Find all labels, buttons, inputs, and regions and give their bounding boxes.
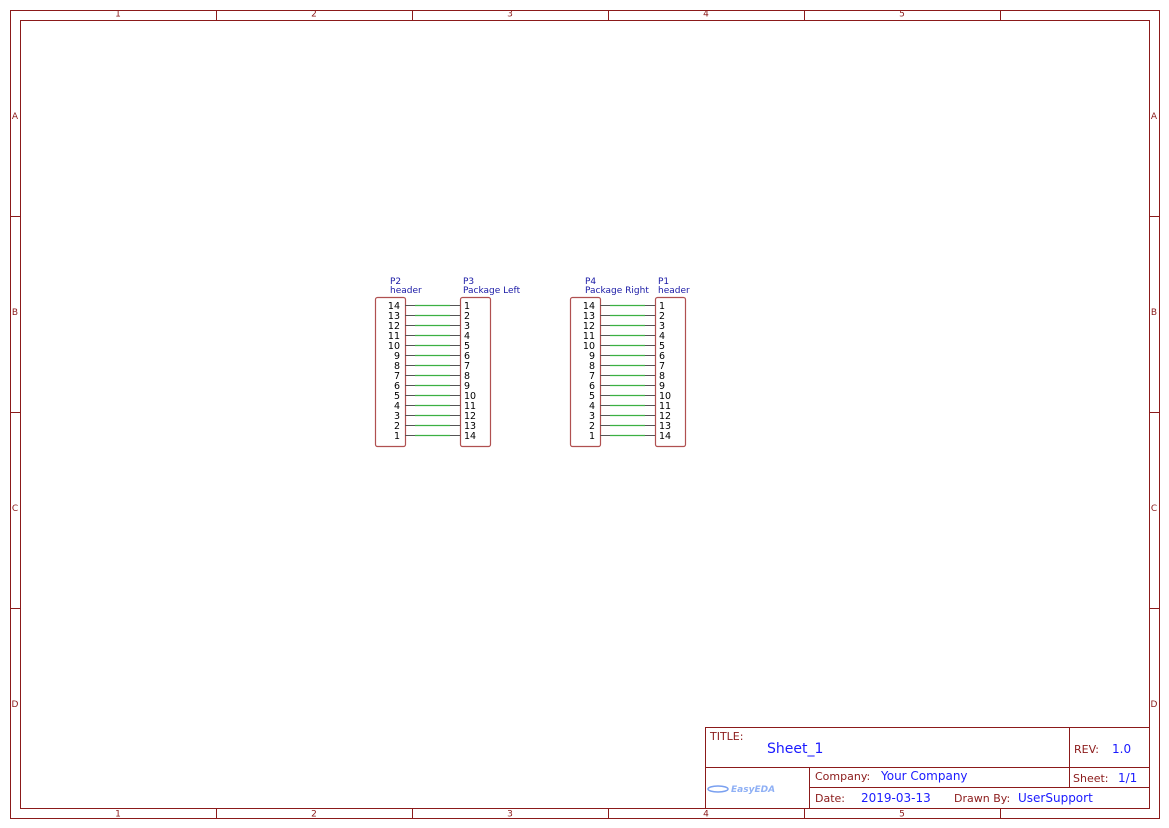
drawn-by-label: Drawn By: (954, 792, 1010, 805)
row-marker: A (12, 112, 19, 122)
drawn-by-value[interactable]: UserSupport (1018, 791, 1093, 805)
component-p3[interactable]: P3Package Left1234567891011121314 (450, 277, 521, 448)
component-p1[interactable]: P1header1234567891011121314 (645, 277, 690, 448)
column-marker: 5 (899, 810, 905, 820)
title-label: TITLE: (709, 730, 743, 743)
row-marker: C (1151, 504, 1157, 514)
column-marker: 3 (507, 10, 513, 20)
sheet-label: Sheet: (1073, 772, 1109, 785)
column-marker: 1 (115, 810, 121, 820)
component-p4[interactable]: P4Package Right1413121110987654321 (569, 277, 650, 448)
sheet-number[interactable]: 1/1 (1118, 771, 1137, 785)
column-marker: 4 (703, 10, 709, 20)
row-marker: A (1151, 112, 1158, 122)
row-marker: D (1151, 700, 1158, 710)
component-value: header (390, 286, 422, 296)
component-p2[interactable]: P2header1413121110987654321 (374, 277, 423, 448)
date-label: Date: (815, 792, 845, 805)
pin-number: 14 (659, 431, 671, 442)
column-marker: 5 (899, 10, 905, 20)
column-marker: 4 (703, 810, 709, 820)
pin-number: 1 (589, 431, 595, 442)
component-value: Package Left (463, 286, 521, 296)
components: P2header1413121110987654321P3Package Lef… (374, 277, 690, 448)
title-block: TITLE: Sheet_1 REV: 1.0 Company: Your Co… (705, 727, 1150, 809)
pin-number: 14 (464, 431, 476, 442)
cloud-icon (707, 785, 729, 793)
company-value[interactable]: Your Company (880, 769, 968, 783)
easyeda-logo: EasyEDA (707, 785, 775, 795)
row-marker: B (1151, 308, 1157, 318)
column-marker: 1 (115, 10, 121, 20)
inner-border (20, 20, 1150, 809)
component-value: header (658, 286, 690, 296)
rev-label: REV: (1074, 743, 1099, 756)
row-marker: C (12, 504, 18, 514)
zone-markers: 1 1 2 2 3 3 4 4 5 5 A A B B C C D D (10, 10, 1159, 820)
pin-number: 1 (394, 431, 400, 442)
date-value[interactable]: 2019-03-13 (861, 791, 931, 805)
sheet-title[interactable]: Sheet_1 (767, 741, 823, 757)
outer-border (10, 10, 1160, 819)
column-marker: 2 (311, 810, 317, 820)
rev-value[interactable]: 1.0 (1112, 742, 1131, 756)
component-value: Package Right (585, 286, 649, 296)
column-marker: 3 (507, 810, 513, 820)
row-marker: D (12, 700, 19, 710)
schematic-sheet[interactable]: 1122334455A AB BC CD D P2header1413121110987… (0, 0, 1169, 828)
column-marker: 2 (311, 10, 317, 20)
company-label: Company: (815, 770, 870, 783)
logo-text: EasyEDA (731, 785, 775, 795)
row-marker: B (12, 308, 18, 318)
